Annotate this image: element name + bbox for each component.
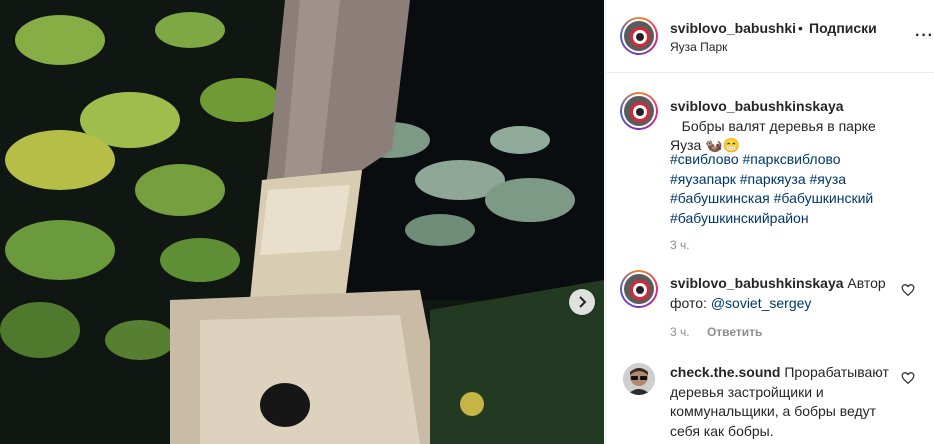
caption-username[interactable]: sviblovo_babushkinskaya xyxy=(670,98,844,114)
hashtag[interactable]: #бабушкинский xyxy=(774,190,874,206)
photo-scene xyxy=(0,0,604,444)
caption-text: sviblovo_babushkinskaya Бобры валят дере… xyxy=(670,97,900,156)
comment-mention[interactable]: @soviet_sergey xyxy=(711,295,812,311)
header-separator: • xyxy=(798,20,803,36)
like-comment-heart-icon[interactable] xyxy=(901,283,915,297)
more-options-icon[interactable]: ··· xyxy=(915,27,934,45)
avatar-sunglasses-icon xyxy=(623,363,655,395)
caption-avatar[interactable] xyxy=(620,92,658,130)
hashtag[interactable]: #яузапарк xyxy=(670,171,736,187)
caption-time: 3 ч. xyxy=(670,238,690,252)
comment: check.the.sound Прорабатывают деревья за… xyxy=(606,356,934,444)
comment-username[interactable]: check.the.sound xyxy=(670,364,780,380)
post-photo[interactable] xyxy=(0,0,604,444)
comment-avatar[interactable] xyxy=(623,363,655,395)
comment-text: check.the.sound Прорабатывают деревья за… xyxy=(670,363,895,441)
comment-username[interactable]: sviblovo_babushkinskaya xyxy=(670,275,844,291)
comment-meta: 3 ч. Ответить xyxy=(670,325,762,339)
comment-avatar[interactable] xyxy=(620,270,658,308)
hashtag[interactable]: #бабушкинскийрайон xyxy=(670,210,809,226)
caption: sviblovo_babushkinskaya Бобры валят дере… xyxy=(606,88,934,263)
header-username[interactable]: sviblovo_babushkinskaya xyxy=(670,20,796,36)
following-button[interactable]: Подписки xyxy=(809,20,877,36)
hashtag[interactable]: #яуза xyxy=(810,171,847,187)
comment: sviblovo_babushkinskaya Автор фото: @sov… xyxy=(606,266,934,350)
hashtag[interactable]: #бабушкинская xyxy=(670,190,770,206)
header-location[interactable]: Яуза Парк xyxy=(670,40,727,54)
like-comment-heart-icon[interactable] xyxy=(901,371,915,385)
caption-body: Бобры валят деревья в парке Яуза 🦦😁 xyxy=(670,117,876,154)
hashtag[interactable]: #паркяуза xyxy=(740,171,806,187)
chevron-right-icon xyxy=(579,296,587,308)
post-header: sviblovo_babushkinskaya • Подписки Яуза … xyxy=(606,0,934,73)
next-photo-button[interactable] xyxy=(569,289,595,315)
comment-time: 3 ч. xyxy=(670,325,690,339)
header-avatar[interactable] xyxy=(620,17,658,55)
post-sidebar: sviblovo_babushkinskaya • Подписки Яуза … xyxy=(605,0,934,444)
comment-text: sviblovo_babushkinskaya Автор фото: @sov… xyxy=(670,274,895,313)
caption-hashtags: #свиблово #парксвиблово #яузапарк #паркя… xyxy=(670,150,910,228)
hashtag[interactable]: #свиблово xyxy=(670,151,739,167)
reply-button[interactable]: Ответить xyxy=(707,325,762,339)
hashtag[interactable]: #парксвиблово xyxy=(743,151,841,167)
